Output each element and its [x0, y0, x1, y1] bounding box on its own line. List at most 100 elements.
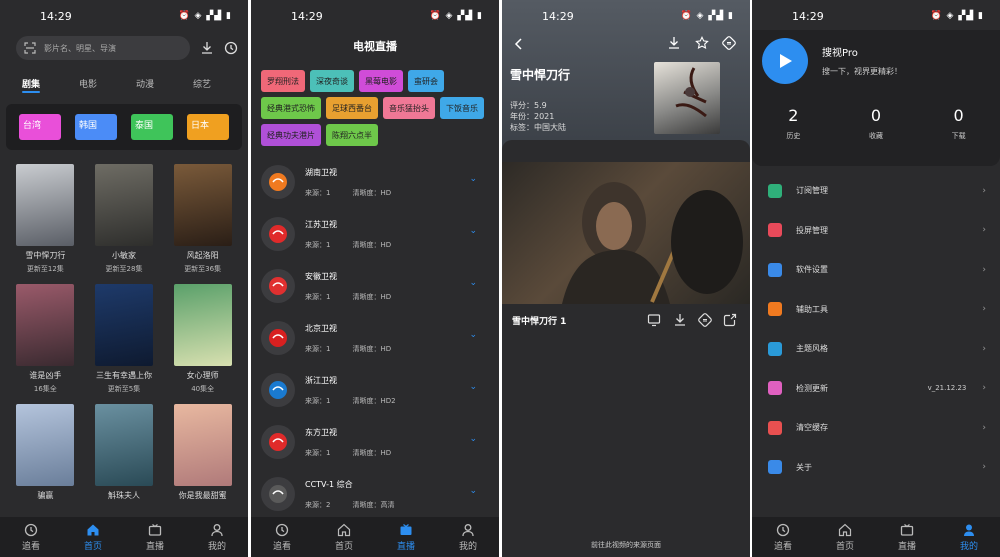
nav-follow[interactable]: 追看	[22, 523, 40, 552]
poster-card[interactable]: 三生有幸遇上你 更新至5集	[85, 284, 164, 394]
tab-variety[interactable]: 综艺	[181, 77, 238, 90]
tab-anime[interactable]: 动漫	[124, 77, 181, 90]
video-player[interactable]	[502, 162, 750, 304]
nav-follow[interactable]: 追看	[273, 523, 291, 552]
playlist-chip[interactable]: 经典港式恐怖	[261, 97, 321, 119]
status-icons: ⏰ ◈ ▞▟ ▮	[178, 11, 232, 21]
detail-rating: 评分：5.9	[510, 101, 547, 110]
poster-title: 小敏家	[111, 251, 136, 260]
region-thailand[interactable]: 泰国	[131, 114, 173, 140]
stat-favorites[interactable]: 0 收藏	[869, 106, 883, 141]
screen-icon[interactable]	[647, 313, 661, 327]
history-icon[interactable]	[224, 41, 238, 55]
download-icon[interactable]	[200, 41, 214, 55]
chevron-down-icon[interactable]: ⌄	[469, 382, 477, 392]
channel-row[interactable]: 江苏卫视 来源：1 清晰度：HD ⌄	[251, 208, 499, 260]
menu-item-label: 辅助工具	[796, 304, 828, 314]
menu-item[interactable]: 清空缓存 ›	[752, 408, 1000, 448]
poster-card[interactable]: 骗赢	[6, 404, 85, 504]
nav-home[interactable]: 首页	[335, 523, 353, 552]
app-slogan: 搜一下，视界更精彩！	[822, 67, 902, 76]
menu-item[interactable]: 关于 ›	[752, 448, 1000, 488]
poster-image	[173, 164, 232, 246]
chevron-down-icon[interactable]: ⌄	[469, 486, 477, 496]
playlist-chip[interactable]: 陈翔六点半	[326, 124, 378, 146]
playlist-chip[interactable]: 罗翔刑法	[261, 70, 305, 92]
scan-icon[interactable]	[24, 42, 36, 54]
stat-history[interactable]: 2 历史	[786, 106, 800, 141]
star-icon[interactable]	[695, 36, 709, 50]
playlist-chip[interactable]: 足球西番台	[326, 97, 378, 119]
download-icon[interactable]	[667, 36, 681, 50]
playlist-chip[interactable]: 深夜奇谈	[310, 70, 354, 92]
playlist-chip[interactable]: 蛮研会	[408, 70, 444, 92]
profile-card: 搜视Pro 搜一下，视界更精彩！ 2 历史 0 收藏 0 下载	[752, 30, 1000, 166]
channel-name: CCTV-1 综合	[305, 479, 353, 489]
search-placeholder: 影片名、明星、导演	[44, 43, 116, 53]
chevron-down-icon[interactable]: ⌄	[469, 330, 477, 340]
region-korea[interactable]: 韩国	[75, 114, 117, 140]
region-taiwan[interactable]: 台湾	[19, 114, 61, 140]
playlist-chip[interactable]: 黑莓电影	[359, 70, 403, 92]
chevron-down-icon[interactable]: ⌄	[469, 174, 477, 184]
bottom-nav: 追看 首页 直播 我的	[752, 517, 1000, 557]
back-button[interactable]	[512, 36, 526, 55]
nav-label: 直播	[396, 541, 415, 552]
nav-live[interactable]: 直播	[397, 523, 415, 552]
chevron-right-icon: ›	[982, 225, 986, 236]
poster-card[interactable]: 谁是凶手 16集全	[6, 284, 85, 394]
channel-name: 湖南卫视	[305, 167, 337, 177]
poster-card[interactable]: 女心理师 40集全	[163, 284, 242, 394]
stat-downloads[interactable]: 0 下载	[952, 106, 966, 141]
poster-card[interactable]: 斛珠夫人	[85, 404, 164, 504]
menu-item-label: 清空缓存	[796, 423, 828, 433]
share-icon[interactable]	[723, 313, 737, 327]
status-icons: ⏰ ◈ ▞▟ ▮	[429, 11, 483, 21]
poster-card[interactable]: 小敏家 更新至28集	[85, 164, 164, 274]
poster-card[interactable]: 风起洛阳 更新至36集	[163, 164, 242, 274]
poster-title: 你是我最甜蜜	[178, 491, 227, 500]
channel-row[interactable]: 安徽卫视 来源：1 清晰度：HD ⌄	[251, 260, 499, 312]
nav-follow[interactable]: 追看	[774, 523, 792, 552]
menu-item-icon	[768, 262, 782, 277]
channel-row[interactable]: CCTV-1 综合 来源：2 清晰度：高清 ⌄	[251, 468, 499, 520]
nav-home[interactable]: 首页	[836, 523, 854, 552]
menu-item[interactable]: 辅助工具 ›	[752, 290, 1000, 330]
poster-card[interactable]: 你是我最甜蜜	[163, 404, 242, 504]
channel-row[interactable]: 浙江卫视 来源：1 清晰度：HD2 ⌄	[251, 364, 499, 416]
chevron-down-icon[interactable]: ⌄	[469, 226, 477, 236]
cast-icon[interactable]	[722, 36, 736, 50]
menu-item[interactable]: 主题风格 ›	[752, 329, 1000, 369]
download-icon[interactable]	[673, 313, 687, 327]
nav-mine[interactable]: 我的	[208, 523, 226, 552]
source-page-link[interactable]: 前往此视频的来源页面	[502, 540, 750, 550]
search-input[interactable]: 影片名、明星、导演	[16, 36, 190, 60]
region-japan[interactable]: 日本	[187, 114, 229, 140]
channel-row[interactable]: 东方卫视 来源：1 清晰度：HD ⌄	[251, 416, 499, 468]
tab-series[interactable]: 剧集	[10, 77, 67, 90]
menu-item[interactable]: 投屏管理 ›	[752, 211, 1000, 251]
channel-source: 来源：1	[305, 292, 331, 301]
nav-home[interactable]: 首页	[84, 523, 102, 552]
playlist-chip[interactable]: 经典功夫港片	[261, 124, 321, 146]
menu-item[interactable]: 检测更新 v_21.12.23 ›	[752, 369, 1000, 409]
chevron-down-icon[interactable]: ⌄	[469, 434, 477, 444]
channel-row[interactable]: 湖南卫视 来源：1 清晰度：HD ⌄	[251, 156, 499, 208]
cast-icon[interactable]	[698, 313, 712, 327]
nav-live[interactable]: 直播	[898, 523, 916, 552]
poster-image	[94, 404, 153, 486]
nav-mine[interactable]: 我的	[459, 523, 477, 552]
playlist-chip[interactable]: 音乐猛抬头	[383, 97, 435, 119]
menu-item[interactable]: 订阅管理 ›	[752, 171, 1000, 211]
playlist-chip[interactable]: 下饭音乐	[440, 97, 484, 119]
channel-logo-icon	[261, 321, 295, 355]
nav-live[interactable]: 直播	[146, 523, 164, 552]
menu-item[interactable]: 软件设置 ›	[752, 250, 1000, 290]
nav-mine[interactable]: 我的	[960, 523, 978, 552]
tab-movies[interactable]: 电影	[67, 77, 124, 90]
playlist-chips: 罗翔刑法 深夜奇谈 黑莓电影 蛮研会经典港式恐怖 足球西番台 音乐猛抬头 下饭音乐经典功夫港…	[251, 54, 499, 146]
clock-icon	[275, 523, 289, 536]
chevron-down-icon[interactable]: ⌄	[469, 278, 477, 288]
poster-card[interactable]: 雪中悍刀行 更新至12集	[6, 164, 85, 274]
channel-row[interactable]: 北京卫视 来源：1 清晰度：HD ⌄	[251, 312, 499, 364]
